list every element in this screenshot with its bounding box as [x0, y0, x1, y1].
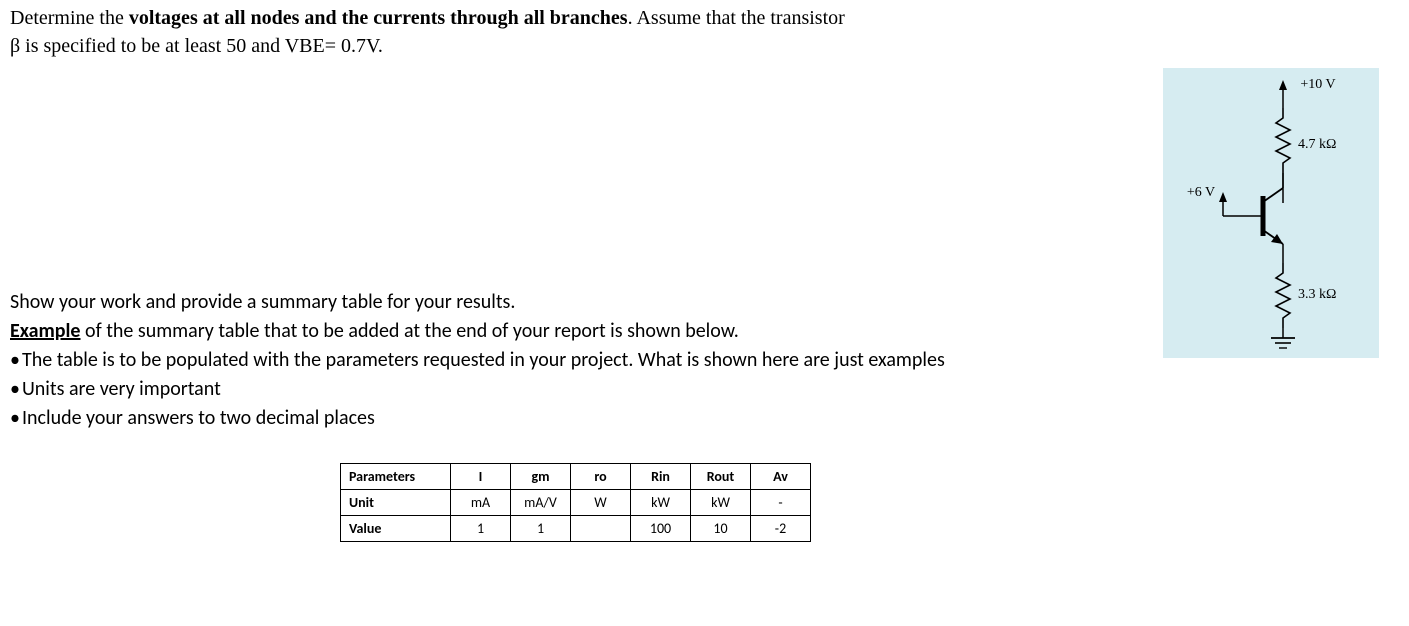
cell: W: [571, 490, 631, 516]
cell: -2: [751, 516, 811, 542]
cell: mA: [451, 490, 511, 516]
resistor-bottom-label: 3.3 kΩ: [1298, 287, 1336, 302]
resistor-top-label: 4.7 kΩ: [1298, 137, 1336, 152]
table-header-row: Parameters I gm ro Rin Rout Av: [341, 464, 811, 490]
cell: 100: [631, 516, 691, 542]
cell: [571, 516, 631, 542]
bullet-2: Units are very important: [10, 375, 1399, 404]
cell: mA/V: [511, 490, 571, 516]
question-suffix: . Assume that the transistor: [628, 7, 845, 29]
row-value-label: Value: [341, 516, 451, 542]
th-rout: Rout: [691, 464, 751, 490]
cell: kW: [691, 490, 751, 516]
example-label: Example: [10, 319, 81, 343]
label-base-voltage: +6 V: [1187, 185, 1215, 200]
cell: -: [751, 490, 811, 516]
row-unit-label: Unit: [341, 490, 451, 516]
th-gm: gm: [511, 464, 571, 490]
cell: 1: [451, 516, 511, 542]
th-rin: Rin: [631, 464, 691, 490]
cell: 1: [511, 516, 571, 542]
table-row: Value 1 1 100 10 -2: [341, 516, 811, 542]
label-vcc: +10 V: [1300, 77, 1335, 92]
question-line2: β is specified to be at least 50 and VBE…: [10, 35, 383, 57]
cell: 10: [691, 516, 751, 542]
table-row: Unit mA mA/V W kW kW -: [341, 490, 811, 516]
th-ro: ro: [571, 464, 631, 490]
example-rest: of the summary table that to be added at…: [81, 319, 739, 343]
question-bold: voltages at all nodes and the currents t…: [129, 7, 628, 29]
circuit-diagram: +10 V 4.7 kΩ +6 V 3.3 kΩ: [1163, 68, 1379, 358]
cell: kW: [631, 490, 691, 516]
th-av: Av: [751, 464, 811, 490]
bullet-3: Include your answers to two decimal plac…: [10, 404, 1399, 433]
question-prefix: Determine the: [10, 7, 129, 29]
th-parameters: Parameters: [341, 464, 451, 490]
summary-table: Parameters I gm ro Rin Rout Av Unit mA m…: [340, 463, 811, 542]
th-i: I: [451, 464, 511, 490]
